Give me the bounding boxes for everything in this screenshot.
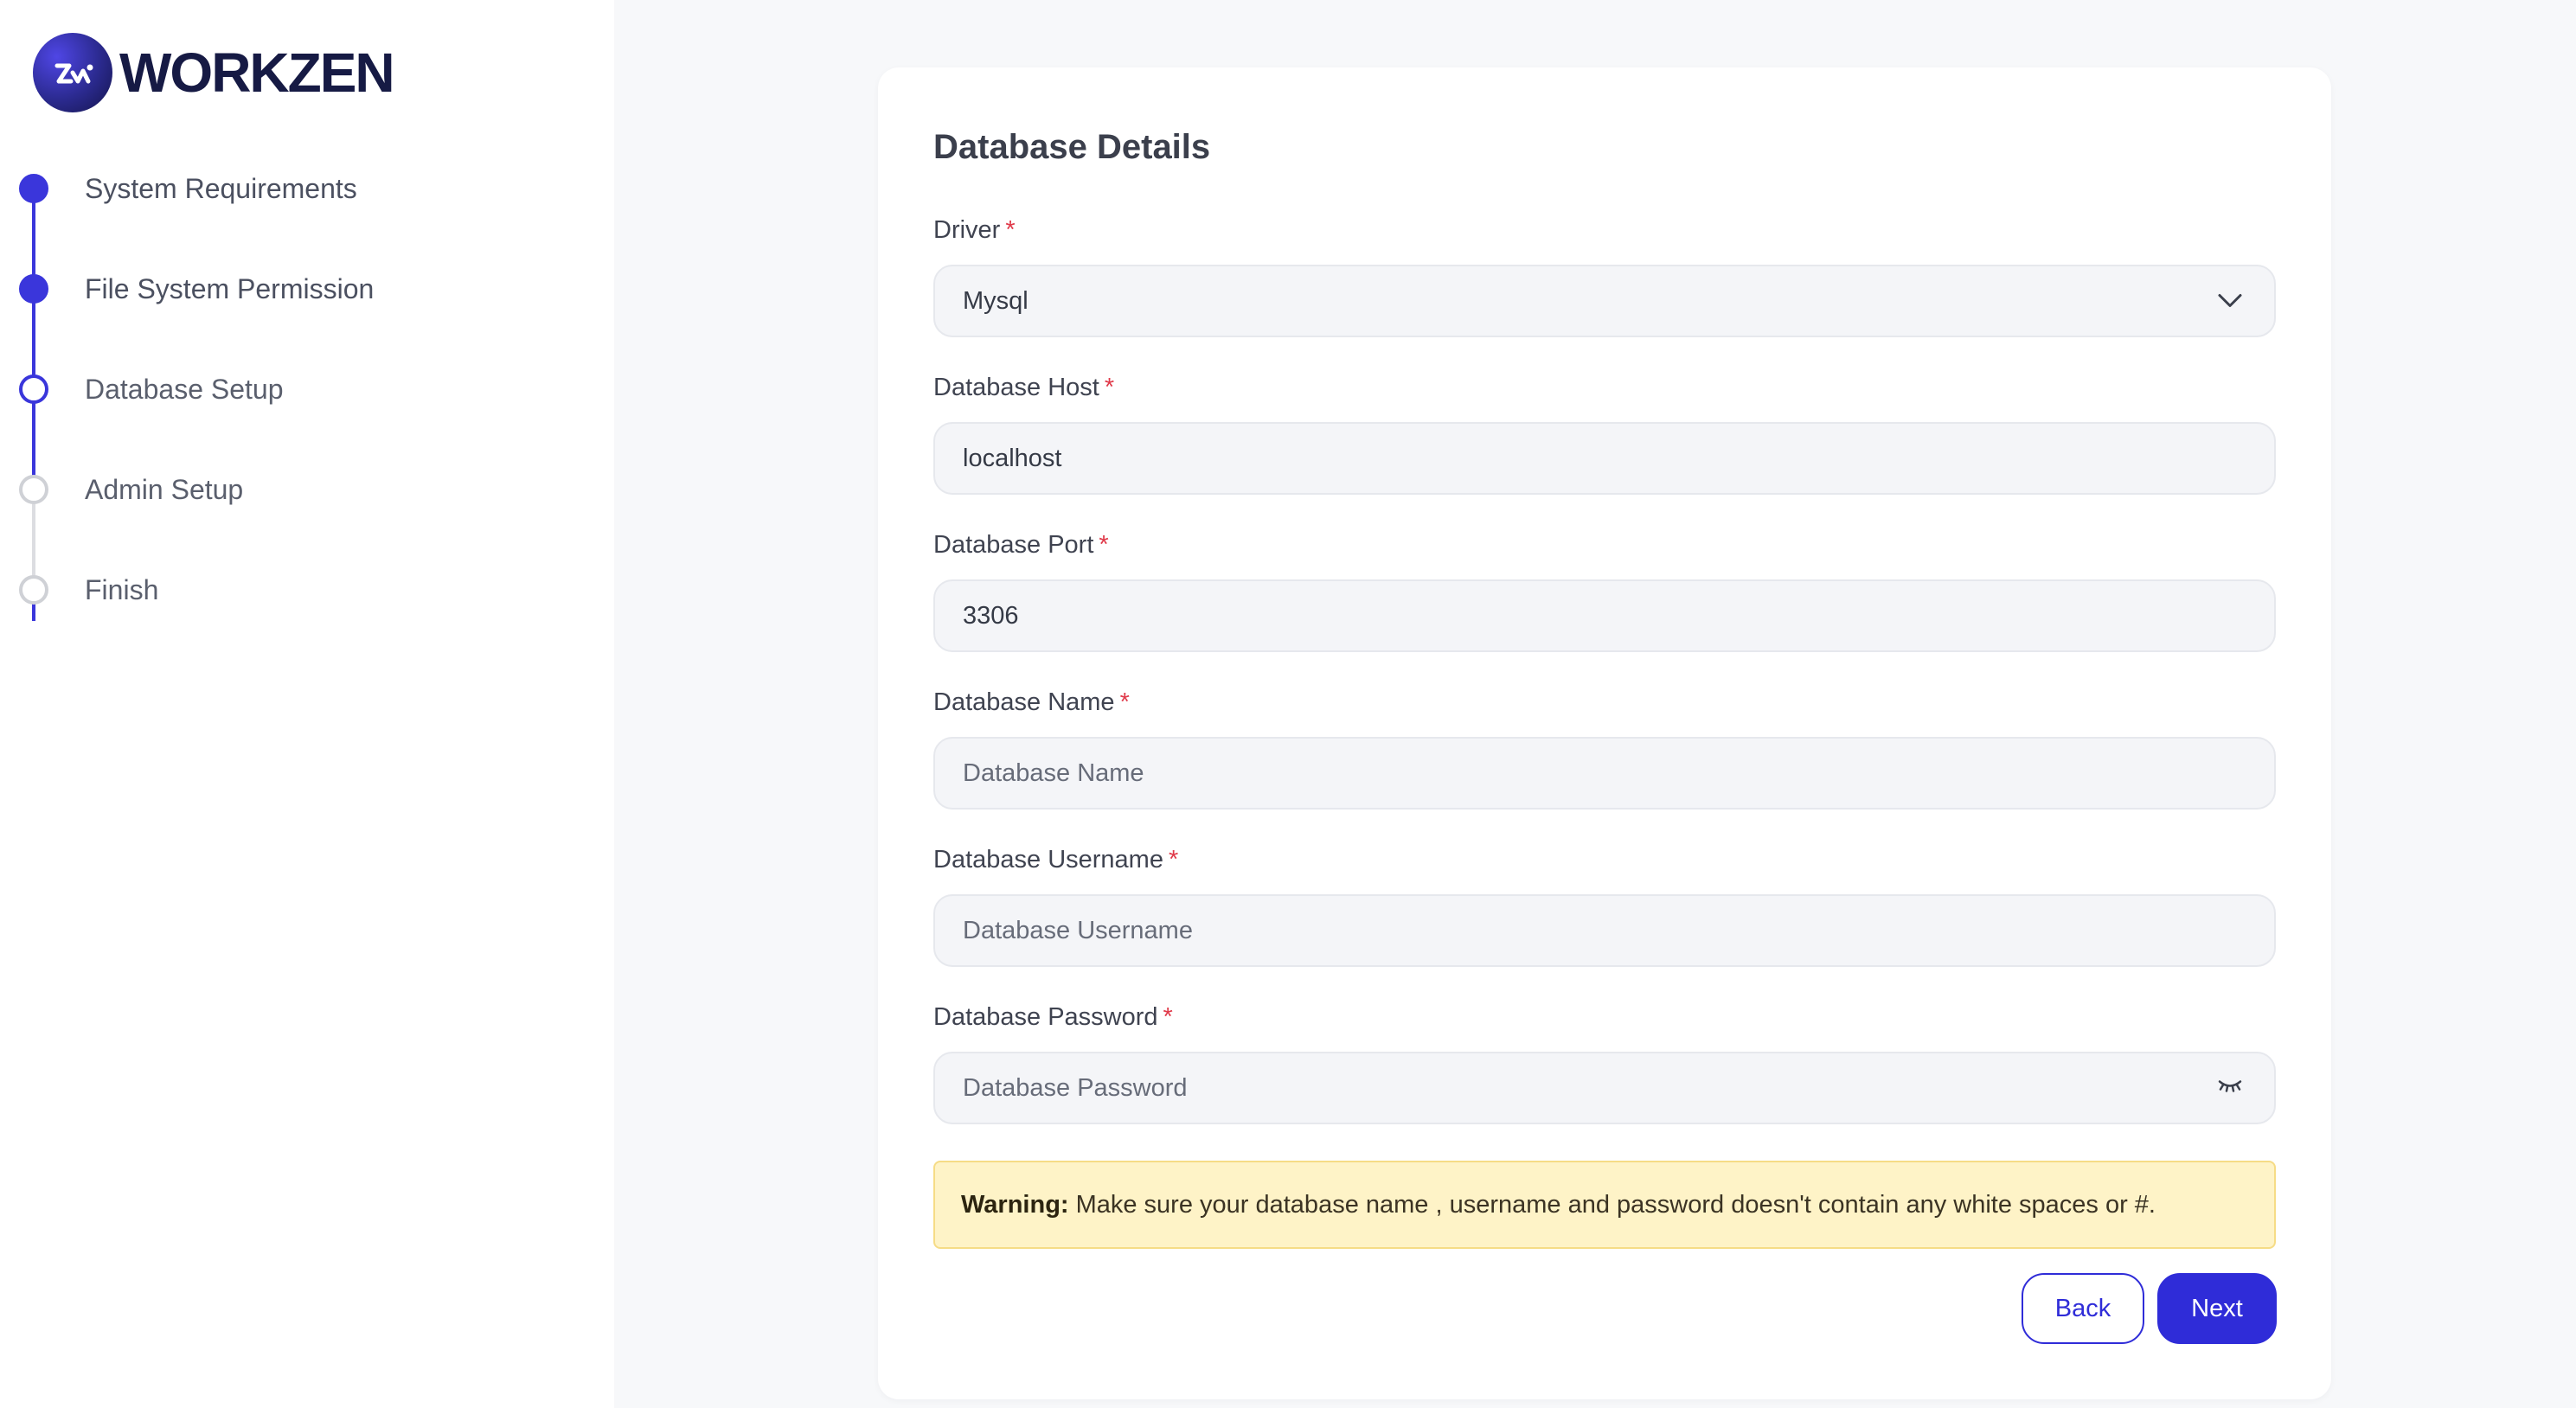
required-mark: *	[1099, 531, 1109, 559]
driver-selected-value: Mysql	[963, 286, 1028, 315]
step-done-dot-icon	[19, 174, 48, 203]
db-name-input[interactable]: Database Name	[933, 737, 2276, 810]
chevron-down-icon	[2217, 287, 2243, 316]
db-username-label: Database Username *	[933, 846, 1179, 874]
step-pending-dot-icon	[19, 575, 48, 605]
db-username-placeholder: Database Username	[963, 916, 1193, 944]
next-button[interactable]: Next	[2157, 1273, 2277, 1344]
step-admin-setup[interactable]: Admin Setup	[19, 474, 243, 505]
sidebar: WORKZEN System Requirements File System …	[0, 0, 614, 1408]
db-name-label: Database Name *	[933, 688, 1130, 716]
step-current-dot-icon	[19, 374, 48, 404]
required-mark: *	[1168, 846, 1179, 874]
required-mark: *	[1005, 216, 1016, 244]
host-label: Database Host *	[933, 374, 1115, 401]
host-input[interactable]: localhost	[933, 422, 2276, 495]
step-finish[interactable]: Finish	[19, 574, 158, 605]
port-value: 3306	[963, 601, 1019, 630]
required-mark: *	[1163, 1003, 1173, 1031]
setup-steps: System Requirements File System Permissi…	[0, 0, 614, 692]
db-password-label: Database Password *	[933, 1003, 1173, 1031]
port-input[interactable]: 3306	[933, 579, 2276, 652]
db-name-placeholder: Database Name	[963, 758, 1144, 787]
step-label: Database Setup	[85, 373, 284, 405]
warning-text: Make sure your database name , username …	[1075, 1190, 2156, 1219]
step-system-requirements[interactable]: System Requirements	[19, 173, 357, 204]
back-button[interactable]: Back	[2022, 1273, 2144, 1344]
host-value: localhost	[963, 444, 1062, 472]
driver-label: Driver *	[933, 216, 1016, 244]
page-title: Database Details	[933, 128, 1211, 166]
required-mark: *	[1119, 688, 1130, 716]
step-label: Admin Setup	[85, 473, 244, 505]
db-password-input[interactable]: Database Password	[933, 1052, 2276, 1124]
step-label: Finish	[85, 573, 159, 605]
port-label: Database Port *	[933, 531, 1109, 559]
db-password-placeholder: Database Password	[963, 1073, 1188, 1102]
step-database-setup[interactable]: Database Setup	[19, 374, 284, 405]
driver-select[interactable]: Mysql	[933, 265, 2276, 337]
database-details-card: Database Details Driver * Mysql Database …	[878, 67, 2331, 1399]
step-label: System Requirements	[85, 172, 357, 204]
required-mark: *	[1104, 374, 1115, 401]
eye-closed-icon[interactable]	[2217, 1074, 2243, 1103]
step-file-system-permission[interactable]: File System Permission	[19, 273, 374, 304]
step-pending-dot-icon	[19, 475, 48, 504]
step-label: File System Permission	[85, 272, 375, 304]
warning-prefix: Warning:	[961, 1190, 1069, 1219]
step-done-dot-icon	[19, 274, 48, 304]
db-username-input[interactable]: Database Username	[933, 894, 2276, 967]
warning-alert: Warning: Make sure your database name , …	[933, 1161, 2276, 1249]
